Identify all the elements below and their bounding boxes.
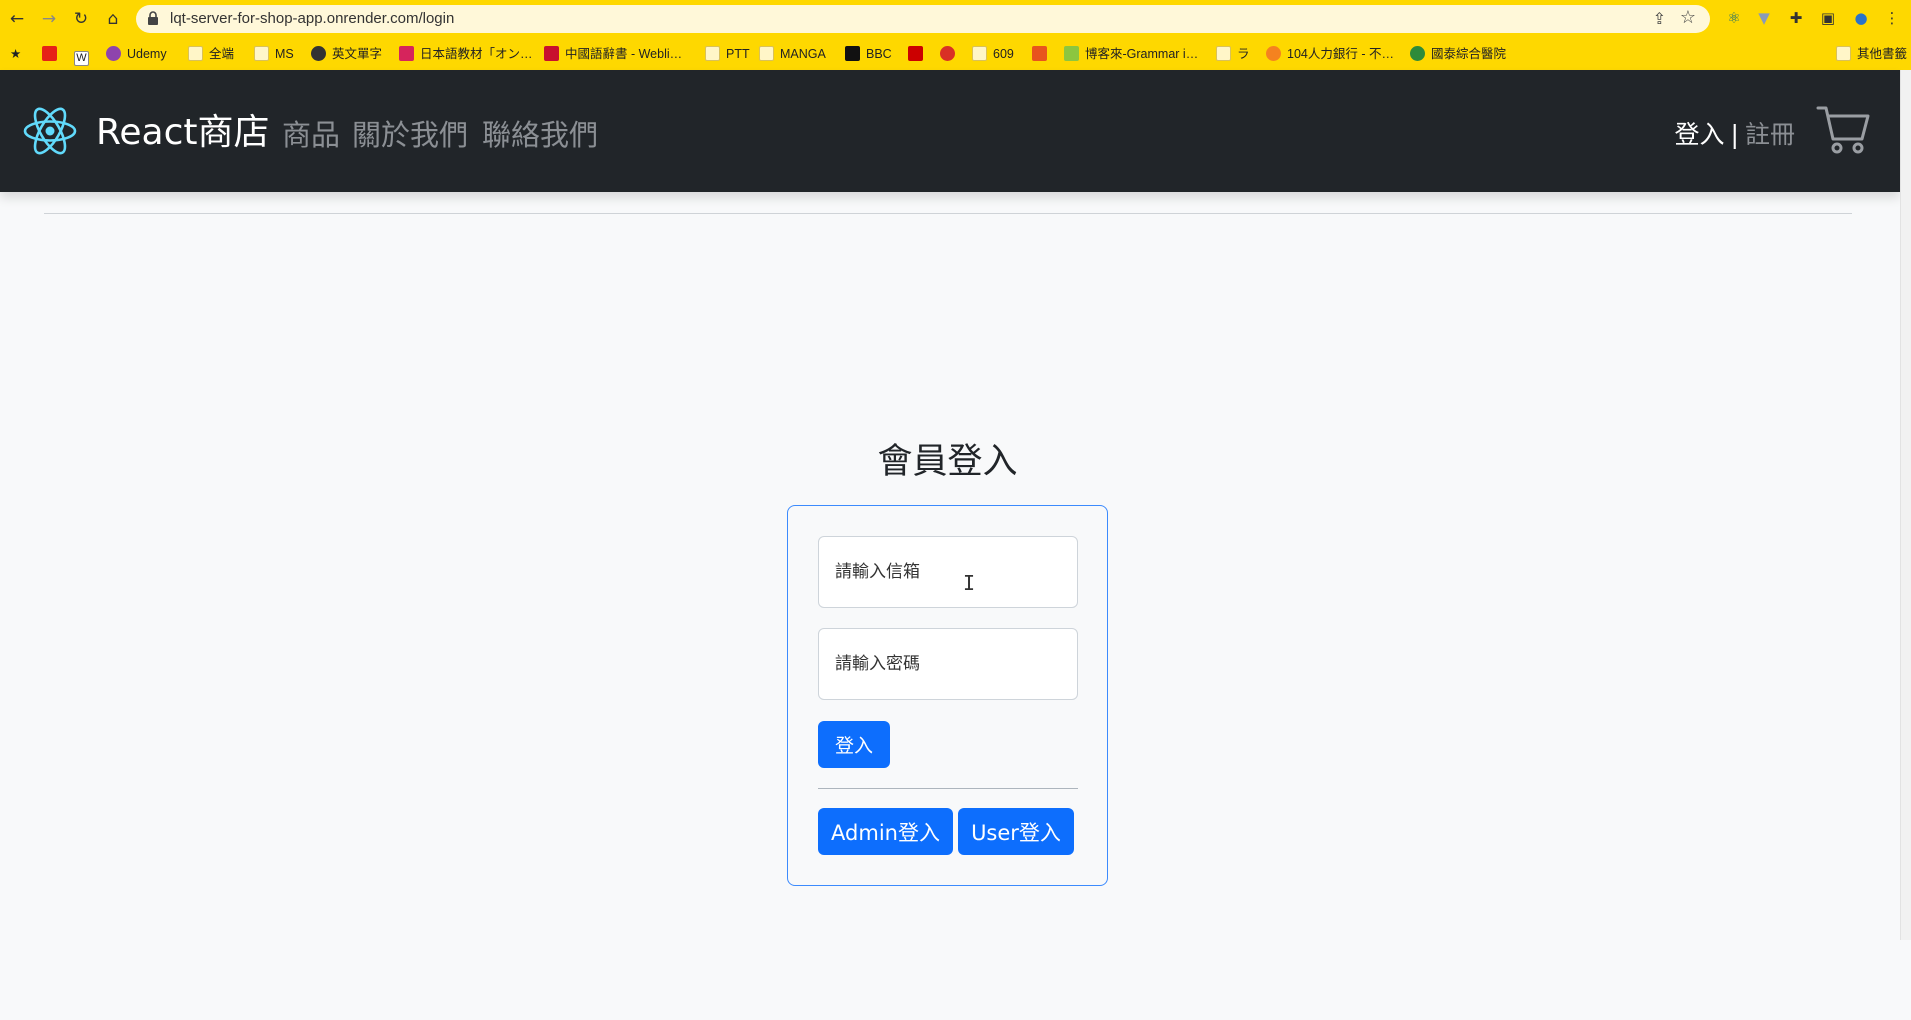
back-arrow-icon[interactable]: ← <box>6 8 28 30</box>
folder-icon <box>1836 46 1851 61</box>
bookmark-folder[interactable]: ラ <box>1216 40 1250 68</box>
hospital-icon <box>1410 46 1425 61</box>
side-panel-icon[interactable]: ▣ <box>1818 8 1838 28</box>
text-cursor-icon: I <box>963 571 976 595</box>
shopping-cart-icon[interactable] <box>1816 103 1870 155</box>
menu-kebab-icon[interactable]: ⋮ <box>1882 8 1902 28</box>
folder-icon <box>1216 46 1231 61</box>
extension-react-icon[interactable]: ⚛ <box>1724 8 1744 28</box>
bookmarks-star-icon[interactable]: ★ <box>10 40 21 68</box>
udemy-icon <box>106 46 121 61</box>
profile-avatar-icon[interactable]: ● <box>1851 8 1871 28</box>
bookmark-weblio[interactable]: 中國語辭書 - Webli… <box>544 40 682 68</box>
bookmark-folder[interactable]: MANGA <box>759 40 826 68</box>
bookmark-folder[interactable]: 609 <box>972 40 1014 68</box>
bookmark-104[interactable]: 104人力銀行 - 不… <box>1266 40 1394 68</box>
home-icon[interactable]: ⌂ <box>102 8 124 30</box>
folder-icon <box>188 46 203 61</box>
gmail-icon <box>940 46 955 61</box>
header-login-link[interactable]: 登入 <box>1675 120 1725 149</box>
bookmark-wikipedia[interactable]: W <box>74 40 95 68</box>
auth-separator: | <box>1730 120 1739 149</box>
bookmark-folder[interactable]: MS <box>254 40 294 68</box>
bookmark-bbc[interactable]: BBC <box>845 40 892 68</box>
extension-vue-icon[interactable]: ▼ <box>1754 8 1774 28</box>
share-icon[interactable]: ⇪ <box>1653 9 1666 28</box>
app-icon <box>1032 46 1047 61</box>
bookmark-hospital[interactable]: 國泰綜合醫院 <box>1410 40 1506 68</box>
site-navbar: React商店 商品 關於我們 聯絡我們 登入 | 註冊 <box>0 70 1900 192</box>
bookmark-folder[interactable]: 全端 <box>188 40 234 68</box>
bookmark-cnn[interactable] <box>908 40 929 68</box>
bookmark-icon <box>399 46 414 61</box>
nav-about[interactable]: 關於我們 <box>352 112 468 154</box>
bookmark-other-folder[interactable]: 其他書籤 <box>1836 40 1907 68</box>
folder-icon <box>759 46 774 61</box>
admin-login-button[interactable]: Admin登入 <box>818 808 953 855</box>
folder-icon <box>254 46 269 61</box>
nav-products[interactable]: 商品 <box>282 112 340 154</box>
login-submit-button[interactable]: 登入 <box>818 721 890 768</box>
bookmark-youtube[interactable] <box>42 40 63 68</box>
react-logo-icon[interactable] <box>22 106 78 156</box>
bookmark-english[interactable]: 英文單字 <box>311 40 382 68</box>
login-form-card: 登入 Admin登入 User登入 <box>787 505 1108 886</box>
forward-arrow-icon[interactable]: → <box>38 8 60 30</box>
globe-icon <box>311 46 326 61</box>
reload-icon[interactable]: ↻ <box>70 8 92 30</box>
user-login-button[interactable]: User登入 <box>958 808 1074 855</box>
folder-icon <box>705 46 720 61</box>
cnn-icon <box>908 46 923 61</box>
bookmark-gmail[interactable] <box>940 40 961 68</box>
header-register-link[interactable]: 註冊 <box>1745 120 1795 149</box>
bookmark-star-icon[interactable]: ☆ <box>1680 7 1696 28</box>
bbc-icon <box>845 46 860 61</box>
bookmark-app[interactable] <box>1032 40 1053 68</box>
bookmark-folder[interactable]: PTT <box>705 40 750 68</box>
lock-icon <box>148 11 158 25</box>
nav-contact[interactable]: 聯絡我們 <box>482 112 598 154</box>
youtube-icon <box>42 46 57 61</box>
folder-icon <box>972 46 987 61</box>
weblio-icon <box>544 46 559 61</box>
form-divider <box>818 788 1078 789</box>
bookmarks-bar: ★ W Udemy 全端 MS 英文單字 日本語教材「オン… 中國語辭書 - W… <box>0 40 1911 68</box>
auth-links: 登入 | 註冊 <box>1675 115 1795 151</box>
address-bar[interactable]: lqt-server-for-shop-app.onrender.com/log… <box>136 5 1710 33</box>
address-toolbar: ← → ↻ ⌂ lqt-server-for-shop-app.onrender… <box>0 0 1911 38</box>
header-divider <box>44 213 1852 214</box>
brand-name[interactable]: React商店 <box>96 103 270 155</box>
bookmark-japanese[interactable]: 日本語教材「オン… <box>399 40 533 68</box>
email-input[interactable] <box>818 536 1078 608</box>
bookmark-udemy[interactable]: Udemy <box>106 40 167 68</box>
password-input[interactable] <box>818 628 1078 700</box>
extensions-puzzle-icon[interactable]: ✚ <box>1786 8 1806 28</box>
104-icon <box>1266 46 1281 61</box>
login-title: 會員登入 <box>877 442 1018 482</box>
url-text: lqt-server-for-shop-app.onrender.com/log… <box>170 10 455 27</box>
books-icon <box>1064 46 1079 61</box>
page-scrollbar[interactable] <box>1900 70 1911 940</box>
browser-chrome: ← → ↻ ⌂ lqt-server-for-shop-app.onrender… <box>0 0 1911 70</box>
bookmark-books[interactable]: 博客來-Grammar i… <box>1064 40 1198 68</box>
wikipedia-icon: W <box>74 51 89 66</box>
